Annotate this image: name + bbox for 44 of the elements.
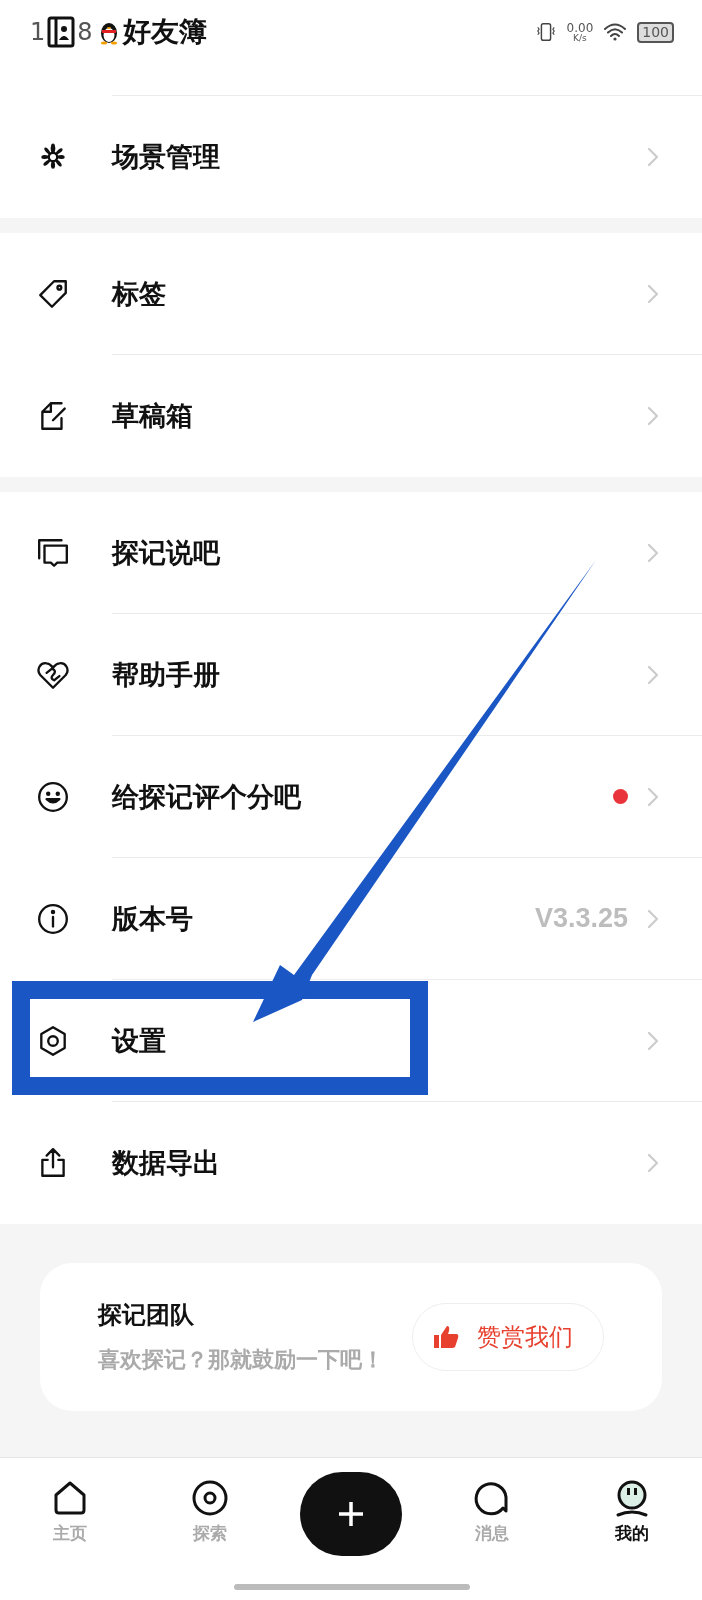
vibrate-icon (534, 21, 557, 43)
menu-label: 草稿箱 (112, 399, 193, 433)
chevron-icon (646, 283, 660, 304)
status-time: 1 (30, 18, 46, 46)
card-title: 探记团队 (98, 1300, 195, 1331)
chevron-icon (646, 406, 660, 426)
smiley-icon (36, 780, 70, 814)
chat-icon (36, 536, 70, 570)
info-icon (36, 902, 70, 936)
target-icon (190, 1478, 230, 1518)
menu-label: 场景管理 (112, 140, 220, 174)
battery-indicator: 100 (637, 21, 674, 43)
menu-label: 设置 (112, 1023, 166, 1058)
menu-label: 版本号 (112, 901, 193, 936)
status-time: 8 (77, 18, 93, 46)
menu-label: 帮助手册 (112, 657, 220, 692)
notebook-icon (47, 16, 76, 48)
chevron-icon (646, 147, 660, 167)
chevron-icon (646, 664, 660, 685)
menu-item[interactable]: 草稿箱 (0, 355, 702, 477)
menu-label: 标签 (112, 276, 166, 311)
tag-icon (36, 277, 70, 311)
chevron-icon (646, 786, 660, 807)
menu-label: 数据导出 (112, 1146, 220, 1180)
card-subtitle: 喜欢探记？那就鼓励一下吧！ (98, 1346, 384, 1374)
chevron-icon (646, 1153, 660, 1173)
chevron-icon (646, 542, 660, 563)
plus-icon (336, 1499, 366, 1529)
nav-tab[interactable]: 我的 (582, 1478, 682, 1545)
menu-item[interactable]: 数据导出 (0, 1102, 702, 1224)
menu-item[interactable]: 探记说吧 (0, 492, 702, 614)
tip-button[interactable]: 赞赏我们 (412, 1303, 604, 1371)
chevron-icon (646, 1030, 660, 1051)
wifi-icon (603, 22, 628, 42)
network-unit: K/s (573, 33, 587, 43)
menu-item[interactable]: 标签 (0, 233, 702, 355)
chevron-icon (646, 908, 660, 929)
network-speed: 0.00 (566, 21, 594, 34)
notification-title: 好友簿 (122, 14, 207, 50)
version-value: V3.3.25 (534, 903, 628, 934)
menu-label: 给探记评个分吧 (112, 779, 301, 814)
menu-label: 探记说吧 (112, 535, 220, 570)
menu-item[interactable]: 场景管理 (0, 96, 702, 218)
thumbs-up-icon (433, 1325, 459, 1349)
